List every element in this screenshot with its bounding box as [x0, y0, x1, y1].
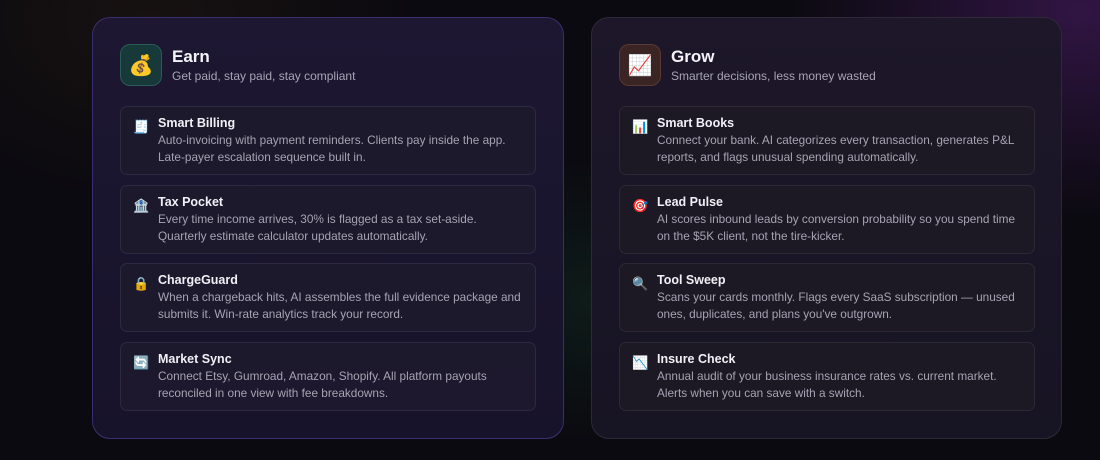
feature-market-sync[interactable]: 🔄 Market Sync Connect Etsy, Gumroad, Ama… — [120, 341, 536, 411]
grow-card-header: 📈 Grow Smarter decisions, less money was… — [619, 44, 1034, 86]
feature-description: Every time income arrives, 30% is flagge… — [158, 211, 477, 243]
feature-chargeguard[interactable]: 🔒 ChargeGuard When a chargeback hits, AI… — [120, 263, 536, 332]
feature-title: Insure Check — [657, 351, 736, 366]
feature-description: Connect Etsy, Gumroad, Amazon, Shopify. … — [158, 368, 487, 400]
earn-card-header: 💰 Earn Get paid, stay paid, stay complia… — [120, 44, 536, 86]
feature-title: Smart Books — [657, 116, 735, 130]
feature-title: Lead Pulse — [657, 194, 723, 209]
grow-title: Grow — [671, 47, 715, 66]
earn-subtitle: Get paid, stay paid, stay compliant — [172, 69, 356, 83]
earn-title: Earn — [172, 47, 210, 66]
feature-description: Scans your cards monthly. Flags every Sa… — [657, 290, 1015, 321]
feature-tool-sweep[interactable]: 🔍 Tool Sweep Scans your cards monthly. F… — [619, 263, 1035, 332]
feature-description: Annual audit of your business insurance … — [657, 368, 997, 400]
chart-up-icon: 📈 — [619, 44, 661, 86]
bar-chart-icon: 📊 — [632, 119, 649, 134]
bank-icon: 🏦 — [133, 197, 150, 213]
magnifier-icon: 🔍 — [632, 276, 649, 291]
feature-title: Market Sync — [158, 351, 232, 366]
feature-description: AI scores inbound leads by conversion pr… — [657, 211, 1016, 243]
feature-smart-billing[interactable]: 🧾 Smart Billing Auto-invoicing with paym… — [120, 106, 536, 175]
feature-tax-pocket[interactable]: 🏦 Tax Pocket Every time income arrives, … — [120, 184, 536, 254]
feature-description: When a chargeback hits, AI assembles the… — [158, 290, 521, 321]
lock-icon: 🔒 — [133, 276, 150, 291]
receipt-icon: 🧾 — [133, 119, 150, 134]
feature-smart-books[interactable]: 📊 Smart Books Connect your bank. AI cate… — [619, 106, 1035, 175]
feature-insure-check[interactable]: 📉 Insure Check Annual audit of your busi… — [619, 341, 1035, 411]
money-bag-icon: 💰 — [120, 44, 162, 86]
chart-down-icon: 📉 — [632, 354, 649, 370]
feature-lead-pulse[interactable]: 🎯 Lead Pulse AI scores inbound leads by … — [619, 184, 1035, 254]
feature-title: Smart Billing — [158, 116, 236, 130]
feature-title: Tax Pocket — [158, 194, 224, 209]
sync-icon: 🔄 — [133, 354, 150, 370]
feature-title: ChargeGuard — [158, 273, 238, 287]
feature-title: Tool Sweep — [657, 273, 726, 287]
grow-subtitle: Smarter decisions, less money wasted — [671, 69, 876, 83]
target-icon: 🎯 — [632, 197, 649, 213]
earn-card: 💰 Earn Get paid, stay paid, stay complia… — [92, 17, 564, 439]
grow-card: 📈 Grow Smarter decisions, less money was… — [591, 17, 1062, 439]
feature-description: Connect your bank. AI categorizes every … — [657, 133, 1015, 164]
feature-description: Auto-invoicing with payment reminders. C… — [158, 133, 506, 164]
